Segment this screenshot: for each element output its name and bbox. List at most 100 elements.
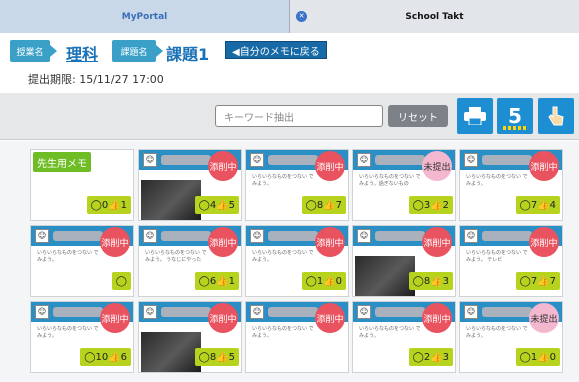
comment-like-counter: ◯8👍5	[194, 348, 239, 366]
comment-like-counter: ◯	[111, 272, 131, 290]
toolbar: キーワード抽出 リセット 5	[0, 93, 579, 140]
breadcrumb-class-label: 授業名	[10, 40, 57, 62]
student-card[interactable]: ☺ 添削中 ◯8👍5	[138, 301, 242, 373]
avatar-icon: ☺	[357, 229, 371, 243]
comment-like-counter: ◯6👍1	[194, 272, 239, 290]
tab-school-takt[interactable]: ✕ School Takt	[290, 0, 579, 33]
column-count-value: 5	[508, 104, 522, 128]
status-badge: 添削中	[422, 227, 452, 257]
student-name-blurred	[482, 155, 532, 165]
breadcrumb-task-label: 課題名	[112, 40, 163, 62]
comment-like-counter: ◯1👍0	[301, 272, 346, 290]
tab-label: School Takt	[405, 11, 464, 22]
comment-like-counter: ◯7👍7	[515, 272, 560, 290]
comment-like-counter: ◯1👍0	[515, 348, 560, 366]
student-card[interactable]: ☺ いらいらなものをつない でみよう。 添削中 ◯	[30, 225, 134, 297]
status-badge: 未提出	[422, 151, 452, 181]
close-icon[interactable]: ✕	[296, 11, 307, 22]
student-name-blurred	[375, 155, 425, 165]
pointer-button[interactable]	[538, 98, 574, 134]
task-title: 課題1	[166, 45, 210, 64]
status-badge: 添削中	[315, 303, 345, 333]
student-card[interactable]: ☺ いらいらなものをつない でみよう。 添削中 ◯10👍6	[30, 301, 134, 373]
comment-like-counter: ◯3👍2	[408, 196, 453, 214]
submission-text: いらいらなものをつない でみよう。 うなじにやった	[145, 250, 207, 263]
avatar-icon: ☺	[35, 305, 49, 319]
submission-text: いらいらなものをつない でみよう。	[359, 326, 421, 339]
comment-like-counter: ◯8👍3	[408, 272, 453, 290]
student-card[interactable]: ☺ いらいらなものをつない でみよう。 添削中 ◯8👍7	[245, 149, 349, 221]
student-card[interactable]: ☺ いらいらなものをつない でみよう。 添削中 ◯1👍0	[245, 225, 349, 297]
avatar-icon: ☺	[143, 229, 157, 243]
submission-text: いらいらなものをつない でみよう。	[37, 250, 99, 263]
submission-text: いらいらなものをつない でみよう。過ぎないもの	[359, 174, 421, 187]
avatar-icon: ☺	[143, 153, 157, 167]
submission-photo	[141, 332, 201, 372]
back-to-my-memo-button[interactable]: ◀自分のメモに戻る	[225, 41, 327, 59]
comment-like-counter: ◯2👍3	[408, 348, 453, 366]
avatar-icon: ☺	[35, 229, 49, 243]
teacher-memo-label: 先生用メモ	[33, 152, 91, 172]
status-badge: 添削中	[315, 227, 345, 257]
submission-text: いらいらなものをつない でみよう。	[466, 326, 528, 339]
submission-text: いらいらなものをつない でみよう。	[252, 326, 314, 339]
teacher-memo-card[interactable]: 先生用メモ ◯0👍1	[30, 149, 134, 221]
comment-like-counter: ◯7👍4	[515, 196, 560, 214]
avatar-icon: ☺	[250, 153, 264, 167]
comment-like-counter: ◯10👍6	[80, 348, 131, 366]
avatar-icon: ☺	[464, 305, 478, 319]
student-card[interactable]: ☺ 添削中 ◯8👍3	[352, 225, 456, 297]
avatar-icon: ☺	[357, 305, 371, 319]
status-badge: 添削中	[529, 151, 559, 181]
comment-like-counter: ◯8👍7	[301, 196, 346, 214]
reset-button[interactable]: リセット	[388, 105, 448, 127]
student-name-blurred	[161, 231, 211, 241]
keyword-search-input[interactable]: キーワード抽出	[215, 105, 383, 127]
column-count-button[interactable]: 5	[497, 98, 533, 134]
avatar-icon: ☺	[250, 229, 264, 243]
tab-label: MyPortal	[121, 11, 168, 22]
subject-link[interactable]: 理科	[66, 41, 98, 65]
student-name-blurred	[161, 307, 211, 317]
print-button[interactable]	[457, 98, 493, 134]
submission-text: いらいらなものをつない でみよう。	[37, 326, 99, 339]
student-name-blurred	[268, 155, 318, 165]
tab-myportal[interactable]: MyPortal	[0, 0, 290, 33]
status-badge: 未提出	[529, 303, 559, 333]
comment-like-counter: ◯0👍1	[86, 196, 131, 214]
student-name-blurred	[161, 155, 211, 165]
student-card[interactable]: ☺ いらいらなものをつない でみよう。 テレビ 添削中 ◯7👍7	[459, 225, 563, 297]
printer-icon	[464, 107, 486, 125]
status-badge: 添削中	[208, 151, 238, 181]
status-badge: 添削中	[208, 227, 238, 257]
status-badge: 添削中	[422, 303, 452, 333]
student-card[interactable]: ☺ いらいらなものをつない でみよう。過ぎないもの 未提出 ◯3👍2	[352, 149, 456, 221]
submission-text: いらいらなものをつない でみよう。	[252, 250, 314, 263]
student-name-blurred	[268, 307, 318, 317]
avatar-icon: ☺	[143, 305, 157, 319]
page-header: 授業名 理科 課題名 課題1 ◀自分のメモに戻る 提出期限: 15/11/27 …	[0, 33, 579, 93]
submission-grid: 先生用メモ ◯0👍1 ☺ 添削中 ◯4👍5 ☺ いらいらなものをつない でみよう。 添削中…	[0, 141, 579, 382]
student-card[interactable]: ☺ いらいらなものをつない でみよう。 未提出 ◯1👍0	[459, 301, 563, 373]
avatar-icon: ☺	[250, 305, 264, 319]
submission-text: いらいらなものをつない でみよう。	[466, 174, 528, 187]
student-name-blurred	[375, 231, 425, 241]
student-card[interactable]: ☺ 添削中 ◯4👍5	[138, 149, 242, 221]
student-name-blurred	[53, 231, 103, 241]
deadline-text: 提出期限: 15/11/27 17:00	[28, 73, 164, 86]
student-name-blurred	[482, 307, 532, 317]
student-card[interactable]: ☺ いらいらなものをつない でみよう。 うなじにやった 添削中 ◯6👍1	[138, 225, 242, 297]
student-card[interactable]: ☺ いらいらなものをつない でみよう。 添削中 ◯2👍3	[352, 301, 456, 373]
status-badge: 添削中	[315, 151, 345, 181]
avatar-icon: ☺	[357, 153, 371, 167]
student-name-blurred	[53, 307, 103, 317]
status-badge: 添削中	[208, 303, 238, 333]
student-card[interactable]: ☺ いらいらなものをつない でみよう。 添削中	[245, 301, 349, 373]
submission-photo	[141, 180, 201, 220]
student-card[interactable]: ☺ いらいらなものをつない でみよう。 添削中 ◯7👍4	[459, 149, 563, 221]
student-name-blurred	[375, 307, 425, 317]
student-name-blurred	[268, 231, 318, 241]
comment-like-counter: ◯4👍5	[194, 196, 239, 214]
status-badge: 添削中	[100, 227, 130, 257]
status-badge: 添削中	[100, 303, 130, 333]
